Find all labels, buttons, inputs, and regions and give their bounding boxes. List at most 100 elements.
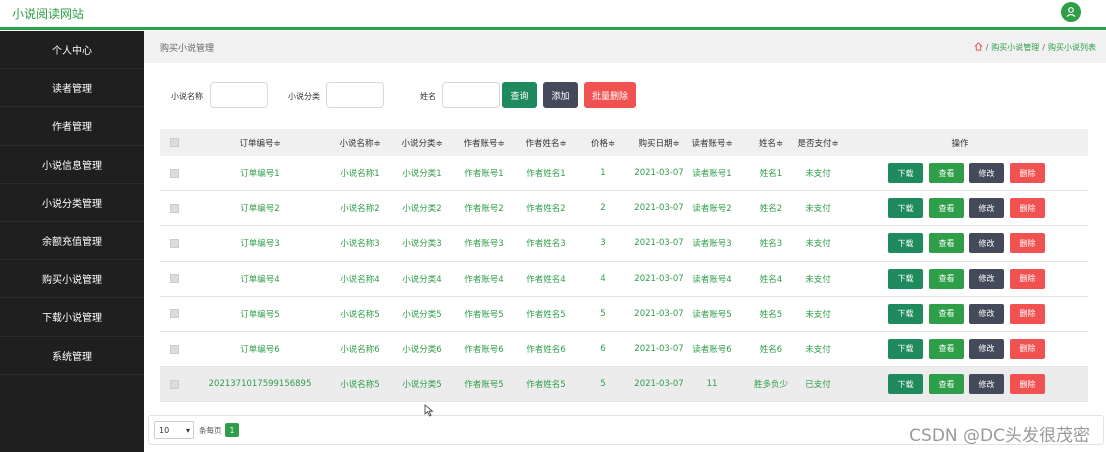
page-size-value: 10: [159, 425, 170, 435]
query-button[interactable]: 查询: [502, 82, 537, 108]
delete-button[interactable]: 删除: [1010, 268, 1045, 289]
edit-button[interactable]: 修改: [969, 233, 1004, 254]
column-header-paid[interactable]: 是否支付≑: [788, 129, 848, 156]
view-button[interactable]: 查看: [929, 198, 964, 219]
column-header-author-account[interactable]: 作者账号≑: [456, 129, 512, 156]
edit-button[interactable]: 修改: [969, 338, 1004, 359]
download-button[interactable]: 下载: [888, 338, 923, 359]
row-checkbox[interactable]: [170, 367, 179, 401]
sidebar-item-balance-recharge-management[interactable]: 余额充值管理: [0, 222, 144, 261]
edit-button[interactable]: 修改: [969, 163, 1004, 183]
cell-author-name: 作者姓名5: [526, 309, 566, 320]
cell-order-no: 订单编号6: [240, 345, 280, 356]
user-avatar-icon[interactable]: [1061, 2, 1081, 22]
sidebar-item-download-novel-management[interactable]: 下载小说管理: [0, 298, 144, 337]
novel-name-input[interactable]: [210, 82, 268, 108]
column-header-actions: 操作: [951, 138, 969, 149]
cell-novel-category: 小说分类2: [402, 204, 442, 215]
page-number-current[interactable]: 1: [225, 423, 239, 437]
cell-novel-category: 小说分类3: [402, 239, 442, 250]
cell-price: 5: [600, 308, 606, 319]
cell-novel-name: 小说名称6: [340, 345, 380, 356]
cell-reader-account: 读者账号1: [692, 169, 732, 180]
view-button[interactable]: 查看: [929, 233, 964, 254]
home-icon[interactable]: [974, 41, 983, 53]
table-row: 订单编号1 小说名称1 小说分类1 作者账号1 作者姓名1 1 2021-03-07 读者账号…: [160, 156, 1088, 192]
edit-button[interactable]: 修改: [969, 303, 1004, 324]
download-button[interactable]: 下载: [888, 303, 923, 324]
cell-paid-status: 已支付: [805, 380, 831, 391]
sidebar-item-novel-info-management[interactable]: 小说信息管理: [0, 146, 144, 184]
cell-price: 2: [600, 203, 606, 214]
page-title: 购买小说管理: [160, 43, 215, 54]
cell-order-no: 订单编号5: [240, 309, 280, 320]
per-page-label: 条每页: [199, 426, 222, 435]
add-button[interactable]: 添加: [543, 82, 578, 108]
delete-button[interactable]: 删除: [1010, 233, 1045, 254]
cell-price: 3: [600, 238, 606, 249]
row-checkbox[interactable]: [170, 226, 179, 260]
download-button[interactable]: 下载: [888, 198, 923, 219]
select-all-checkbox[interactable]: [170, 129, 179, 156]
cell-author-name: 作者姓名4: [526, 274, 566, 285]
sidebar-item-purchase-novel-management[interactable]: 购买小说管理: [0, 260, 144, 299]
page-size-select[interactable]: 10 ▾: [154, 421, 194, 439]
sidebar-item-novel-category-management[interactable]: 小说分类管理: [0, 184, 144, 222]
name-input[interactable]: [442, 82, 500, 108]
cell-reader-account: 读者账号3: [692, 239, 732, 250]
edit-button[interactable]: 修改: [969, 374, 1004, 395]
download-button[interactable]: 下载: [888, 374, 923, 395]
cell-reader-account: 读者账号4: [692, 274, 732, 285]
column-header-price-label[interactable]: 价格≑: [578, 129, 628, 156]
column-header-reader-account[interactable]: 读者账号≑: [682, 129, 742, 156]
view-button[interactable]: 查看: [929, 374, 964, 395]
sidebar-item-reader-management[interactable]: 读者管理: [0, 69, 144, 108]
table-row: 订单编号4 小说名称4 小说分类4 作者账号4 作者姓名4 4 2021-03-07 读者账号…: [160, 262, 1088, 297]
orders-table: 订单编号≑ 小说名称≑ 小说分类≑ 作者账号≑ 作者姓名≑ 价格≑ 购买日期≑ …: [160, 129, 1088, 403]
novel-category-label: 小说分类: [288, 92, 320, 101]
cell-reader-account: 读者账号6: [692, 345, 732, 356]
view-button[interactable]: 查看: [929, 163, 964, 183]
delete-button[interactable]: 删除: [1010, 374, 1045, 395]
sidebar-item-system-management[interactable]: 系统管理: [0, 337, 144, 375]
row-checkbox[interactable]: [170, 332, 179, 366]
delete-button[interactable]: 删除: [1010, 163, 1045, 183]
site-title: 小说阅读网站: [12, 7, 85, 21]
name-label: 姓名: [420, 92, 436, 101]
view-button[interactable]: 查看: [929, 268, 964, 289]
delete-button[interactable]: 删除: [1010, 338, 1045, 359]
column-header-order-no[interactable]: 订单编号≑: [220, 129, 300, 156]
cell-novel-name: 小说名称3: [340, 239, 380, 250]
edit-button[interactable]: 修改: [969, 198, 1004, 219]
cell-paid-status: 未支付: [805, 274, 831, 285]
column-header-novel-category[interactable]: 小说分类≑: [394, 129, 450, 156]
download-button[interactable]: 下载: [888, 163, 923, 183]
table-row: 2021371017599156895 小说名称5 小说分类5 作者账号5 作者姓名5 5…: [160, 367, 1088, 403]
row-checkbox[interactable]: [170, 262, 179, 296]
breadcrumb-item-purchase-management[interactable]: 购买小说管理: [991, 42, 1039, 53]
column-header-novel-name[interactable]: 小说名称≑: [332, 129, 388, 156]
download-button[interactable]: 下载: [888, 233, 923, 254]
row-checkbox[interactable]: [170, 191, 179, 225]
search-bar: 小说名称 小说分类 姓名 查询 添加 批量删除: [144, 82, 1106, 110]
sidebar-item-author-management[interactable]: 作者管理: [0, 107, 144, 146]
delete-button[interactable]: 删除: [1010, 303, 1045, 324]
row-checkbox[interactable]: [170, 297, 179, 331]
column-header-author-name[interactable]: 作者姓名≑: [518, 129, 574, 156]
edit-button[interactable]: 修改: [969, 268, 1004, 289]
sidebar-item-personal-center[interactable]: 个人中心: [0, 31, 144, 70]
cell-author-name: 作者姓名5: [526, 380, 566, 391]
row-checkbox[interactable]: [170, 156, 179, 190]
cell-paid-status: 未支付: [805, 204, 831, 215]
sidebar: 个人中心 读者管理 作者管理 小说信息管理 小说分类管理 余额充值管理 购买小说…: [0, 31, 144, 452]
delete-button[interactable]: 删除: [1010, 198, 1045, 219]
cell-order-no: 订单编号1: [240, 169, 280, 180]
cell-author-name: 作者姓名3: [526, 239, 566, 250]
novel-category-input[interactable]: [326, 82, 384, 108]
view-button[interactable]: 查看: [929, 338, 964, 359]
view-button[interactable]: 查看: [929, 303, 964, 324]
cell-paid-status: 未支付: [805, 239, 831, 250]
batch-delete-button[interactable]: 批量删除: [584, 82, 636, 108]
cell-author-account: 作者账号5: [464, 309, 504, 320]
download-button[interactable]: 下载: [888, 268, 923, 289]
